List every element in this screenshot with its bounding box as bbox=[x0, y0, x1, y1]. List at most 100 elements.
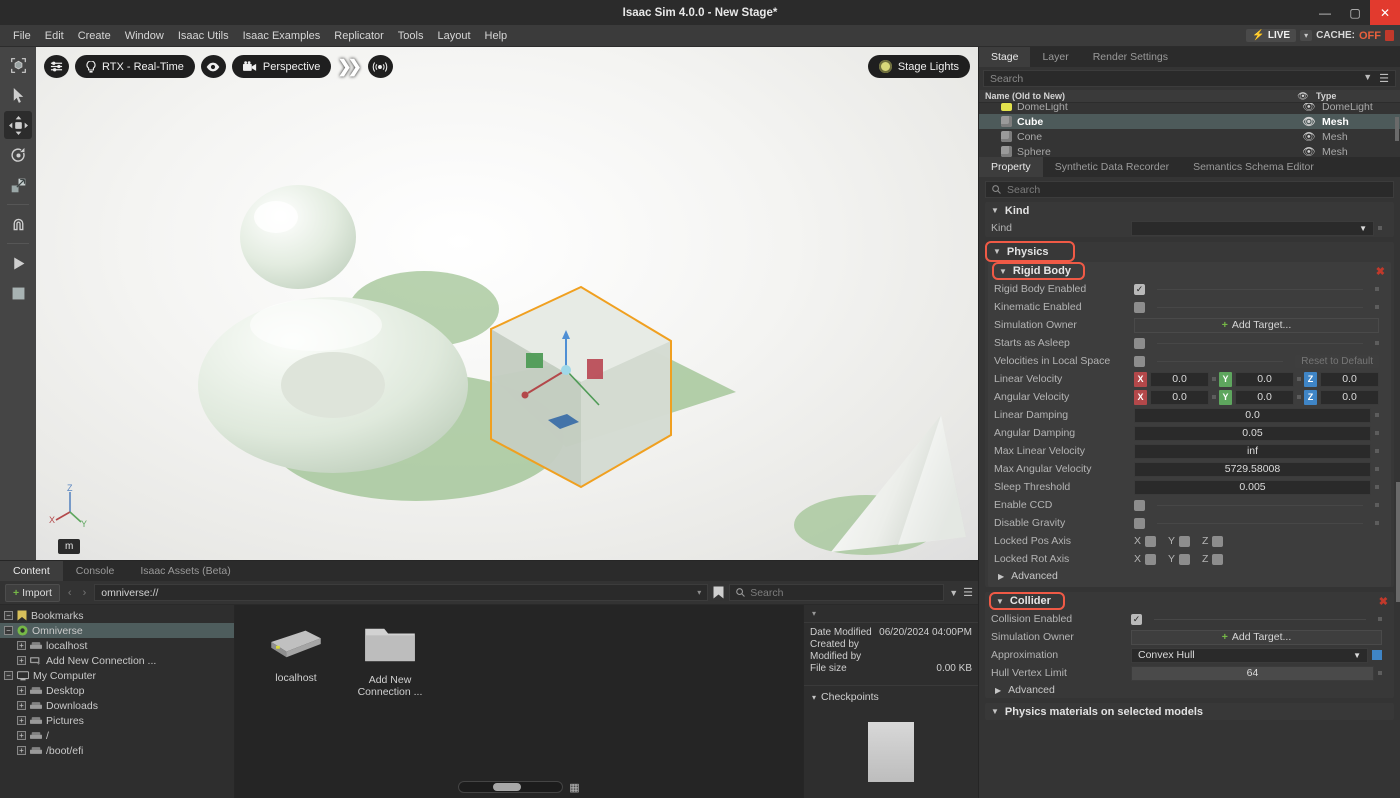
row-reset-dot[interactable] bbox=[1375, 503, 1379, 507]
tab-console[interactable]: Console bbox=[62, 561, 128, 581]
back-button[interactable]: ‹ bbox=[65, 587, 75, 599]
menu-create[interactable]: Create bbox=[71, 25, 118, 47]
expander-icon[interactable]: − bbox=[4, 611, 13, 620]
slider-knob[interactable] bbox=[493, 783, 522, 791]
row-reset-dot[interactable] bbox=[1375, 287, 1379, 291]
row-reset-dot[interactable] bbox=[1378, 671, 1382, 675]
menu-help[interactable]: Help bbox=[478, 25, 515, 47]
content-filter-icon[interactable]: ▼ bbox=[949, 588, 958, 598]
starts-as-asleep-checkbox[interactable] bbox=[1134, 337, 1145, 349]
live-button[interactable]: ⚡ LIVE bbox=[1246, 29, 1297, 42]
expander-icon[interactable]: + bbox=[17, 701, 26, 710]
move-tool-icon[interactable] bbox=[4, 111, 32, 139]
tab-stage[interactable]: Stage bbox=[979, 47, 1031, 67]
content-options-icon[interactable]: ☰ bbox=[963, 586, 973, 599]
cache-icon[interactable] bbox=[1385, 30, 1394, 41]
visibility-toggle-icon[interactable] bbox=[200, 55, 226, 78]
play-tool-icon[interactable] bbox=[4, 249, 32, 277]
tab-synthetic-data-recorder[interactable]: Synthetic Data Recorder bbox=[1043, 157, 1181, 177]
checkpoints-section[interactable]: ▾ Checkpoints bbox=[804, 685, 978, 708]
collision-enabled-checkbox[interactable] bbox=[1131, 613, 1142, 625]
angular-damping-input[interactable]: 0.05 bbox=[1134, 425, 1371, 441]
grid-view-icon[interactable]: ▦ bbox=[569, 781, 579, 794]
rigid-body-advanced-toggle[interactable]: ▶ Advanced bbox=[988, 568, 1391, 584]
viewport-3d[interactable]: RTX - Real-Time Perspective ❯❯ Stage Lig… bbox=[36, 47, 978, 560]
rigid-body-header[interactable]: ▼ Rigid Body bbox=[992, 262, 1085, 280]
collider-remove-button[interactable]: ✖ bbox=[1379, 595, 1388, 608]
linear-velocity-y-input[interactable]: 0.0 bbox=[1235, 371, 1294, 387]
angular-velocity-x-input[interactable]: 0.0 bbox=[1150, 389, 1209, 405]
tab-render-settings[interactable]: Render Settings bbox=[1081, 47, 1180, 67]
collider-add-target-button[interactable]: + Add Target... bbox=[1131, 629, 1382, 645]
row-reset-dot[interactable] bbox=[1375, 341, 1379, 345]
angular-velocity-z-input[interactable]: 0.0 bbox=[1320, 389, 1379, 405]
detail-collapse-icon[interactable]: ▾ bbox=[804, 609, 978, 622]
live-dropdown-button[interactable]: ▾ bbox=[1300, 30, 1313, 41]
property-search-input[interactable]: Search bbox=[985, 181, 1394, 198]
maximize-button[interactable]: ▢ bbox=[1340, 0, 1370, 25]
close-button[interactable]: ✕ bbox=[1370, 0, 1400, 25]
expander-icon[interactable]: + bbox=[17, 641, 26, 650]
minimize-button[interactable]: — bbox=[1310, 0, 1340, 25]
menu-tools[interactable]: Tools bbox=[391, 25, 431, 47]
kind-reset-dot[interactable] bbox=[1378, 226, 1382, 230]
kinematic-enabled-checkbox[interactable] bbox=[1134, 301, 1145, 313]
row-reset-dot[interactable] bbox=[1375, 521, 1379, 525]
row-reset-dot[interactable] bbox=[1375, 413, 1379, 417]
property-scroll-area[interactable]: ▼ Kind Kind ▼ ▼ Physics ▼ Rigid Body ✖ R… bbox=[979, 202, 1400, 798]
linear-velocity-z-input[interactable]: 0.0 bbox=[1320, 371, 1379, 387]
menu-isaac-utils[interactable]: Isaac Utils bbox=[171, 25, 236, 47]
collider-advanced-toggle[interactable]: ▶ Advanced bbox=[985, 682, 1394, 698]
chevron-double-right-icon[interactable]: ❯❯ bbox=[337, 57, 362, 77]
menu-edit[interactable]: Edit bbox=[38, 25, 71, 47]
locked-rot-x-checkbox[interactable] bbox=[1145, 553, 1157, 565]
tree-item-localhost[interactable]: + localhost bbox=[0, 638, 234, 653]
expander-icon[interactable]: + bbox=[17, 686, 26, 695]
visibility-eye-icon[interactable]: 👁 bbox=[1296, 145, 1322, 157]
tree-item-boot-efi[interactable]: + /boot/efi bbox=[0, 743, 234, 758]
renderer-selector[interactable]: RTX - Real-Time bbox=[75, 55, 195, 78]
property-scrollbar[interactable] bbox=[1396, 482, 1400, 602]
menu-layout[interactable]: Layout bbox=[430, 25, 477, 47]
row-reset-dot[interactable] bbox=[1212, 377, 1216, 381]
velocities-local-space-checkbox[interactable] bbox=[1134, 355, 1145, 367]
menu-file[interactable]: File bbox=[6, 25, 38, 47]
menu-window[interactable]: Window bbox=[118, 25, 171, 47]
kind-dropdown[interactable]: ▼ bbox=[1131, 220, 1374, 236]
select-bbox-tool-icon[interactable] bbox=[4, 51, 32, 79]
grid-item-localhost[interactable]: localhost bbox=[261, 623, 331, 698]
stage-search-input[interactable]: Search ▼ ☰ bbox=[983, 70, 1396, 87]
expander-icon[interactable]: + bbox=[17, 716, 26, 725]
thumbnail-size-slider[interactable] bbox=[458, 781, 564, 793]
row-reset-dot[interactable] bbox=[1375, 305, 1379, 309]
menu-replicator[interactable]: Replicator bbox=[327, 25, 391, 47]
bookmark-icon[interactable] bbox=[713, 586, 724, 599]
tree-item-pictures[interactable]: + Pictures bbox=[0, 713, 234, 728]
capture-icon[interactable] bbox=[367, 55, 393, 78]
locked-pos-x-checkbox[interactable] bbox=[1145, 535, 1157, 547]
rigid-body-remove-button[interactable]: ✖ bbox=[1376, 265, 1385, 278]
viewport-settings-icon[interactable] bbox=[44, 55, 69, 78]
column-type[interactable]: Type bbox=[1316, 91, 1394, 101]
tree-item-omniverse[interactable]: − Omniverse bbox=[0, 623, 234, 638]
stage-scrollbar[interactable] bbox=[1395, 117, 1399, 141]
column-name[interactable]: Name (Old to New) bbox=[985, 91, 1290, 101]
expander-icon[interactable]: + bbox=[17, 656, 26, 665]
approximation-dropdown[interactable]: Convex Hull ▼ bbox=[1131, 647, 1368, 663]
snap-tool-icon[interactable] bbox=[4, 210, 32, 238]
row-reset-dot[interactable] bbox=[1375, 485, 1379, 489]
expander-icon[interactable]: + bbox=[17, 746, 26, 755]
row-reset-dot[interactable] bbox=[1297, 377, 1301, 381]
visibility-eye-icon[interactable]: 👁 bbox=[1296, 130, 1322, 143]
enable-ccd-checkbox[interactable] bbox=[1134, 499, 1145, 511]
tree-item-my-computer[interactable]: − My Computer bbox=[0, 668, 234, 683]
locked-rot-y-checkbox[interactable] bbox=[1179, 553, 1191, 565]
linear-velocity-x-input[interactable]: 0.0 bbox=[1150, 371, 1209, 387]
expander-icon[interactable]: + bbox=[17, 731, 26, 740]
collider-header[interactable]: ▼ Collider bbox=[989, 592, 1065, 610]
locked-pos-z-checkbox[interactable] bbox=[1212, 535, 1224, 547]
visibility-eye-icon[interactable]: 👁 bbox=[1296, 103, 1322, 113]
row-reset-dot[interactable] bbox=[1212, 395, 1216, 399]
tree-item-desktop[interactable]: + Desktop bbox=[0, 683, 234, 698]
scale-tool-icon[interactable] bbox=[4, 171, 32, 199]
